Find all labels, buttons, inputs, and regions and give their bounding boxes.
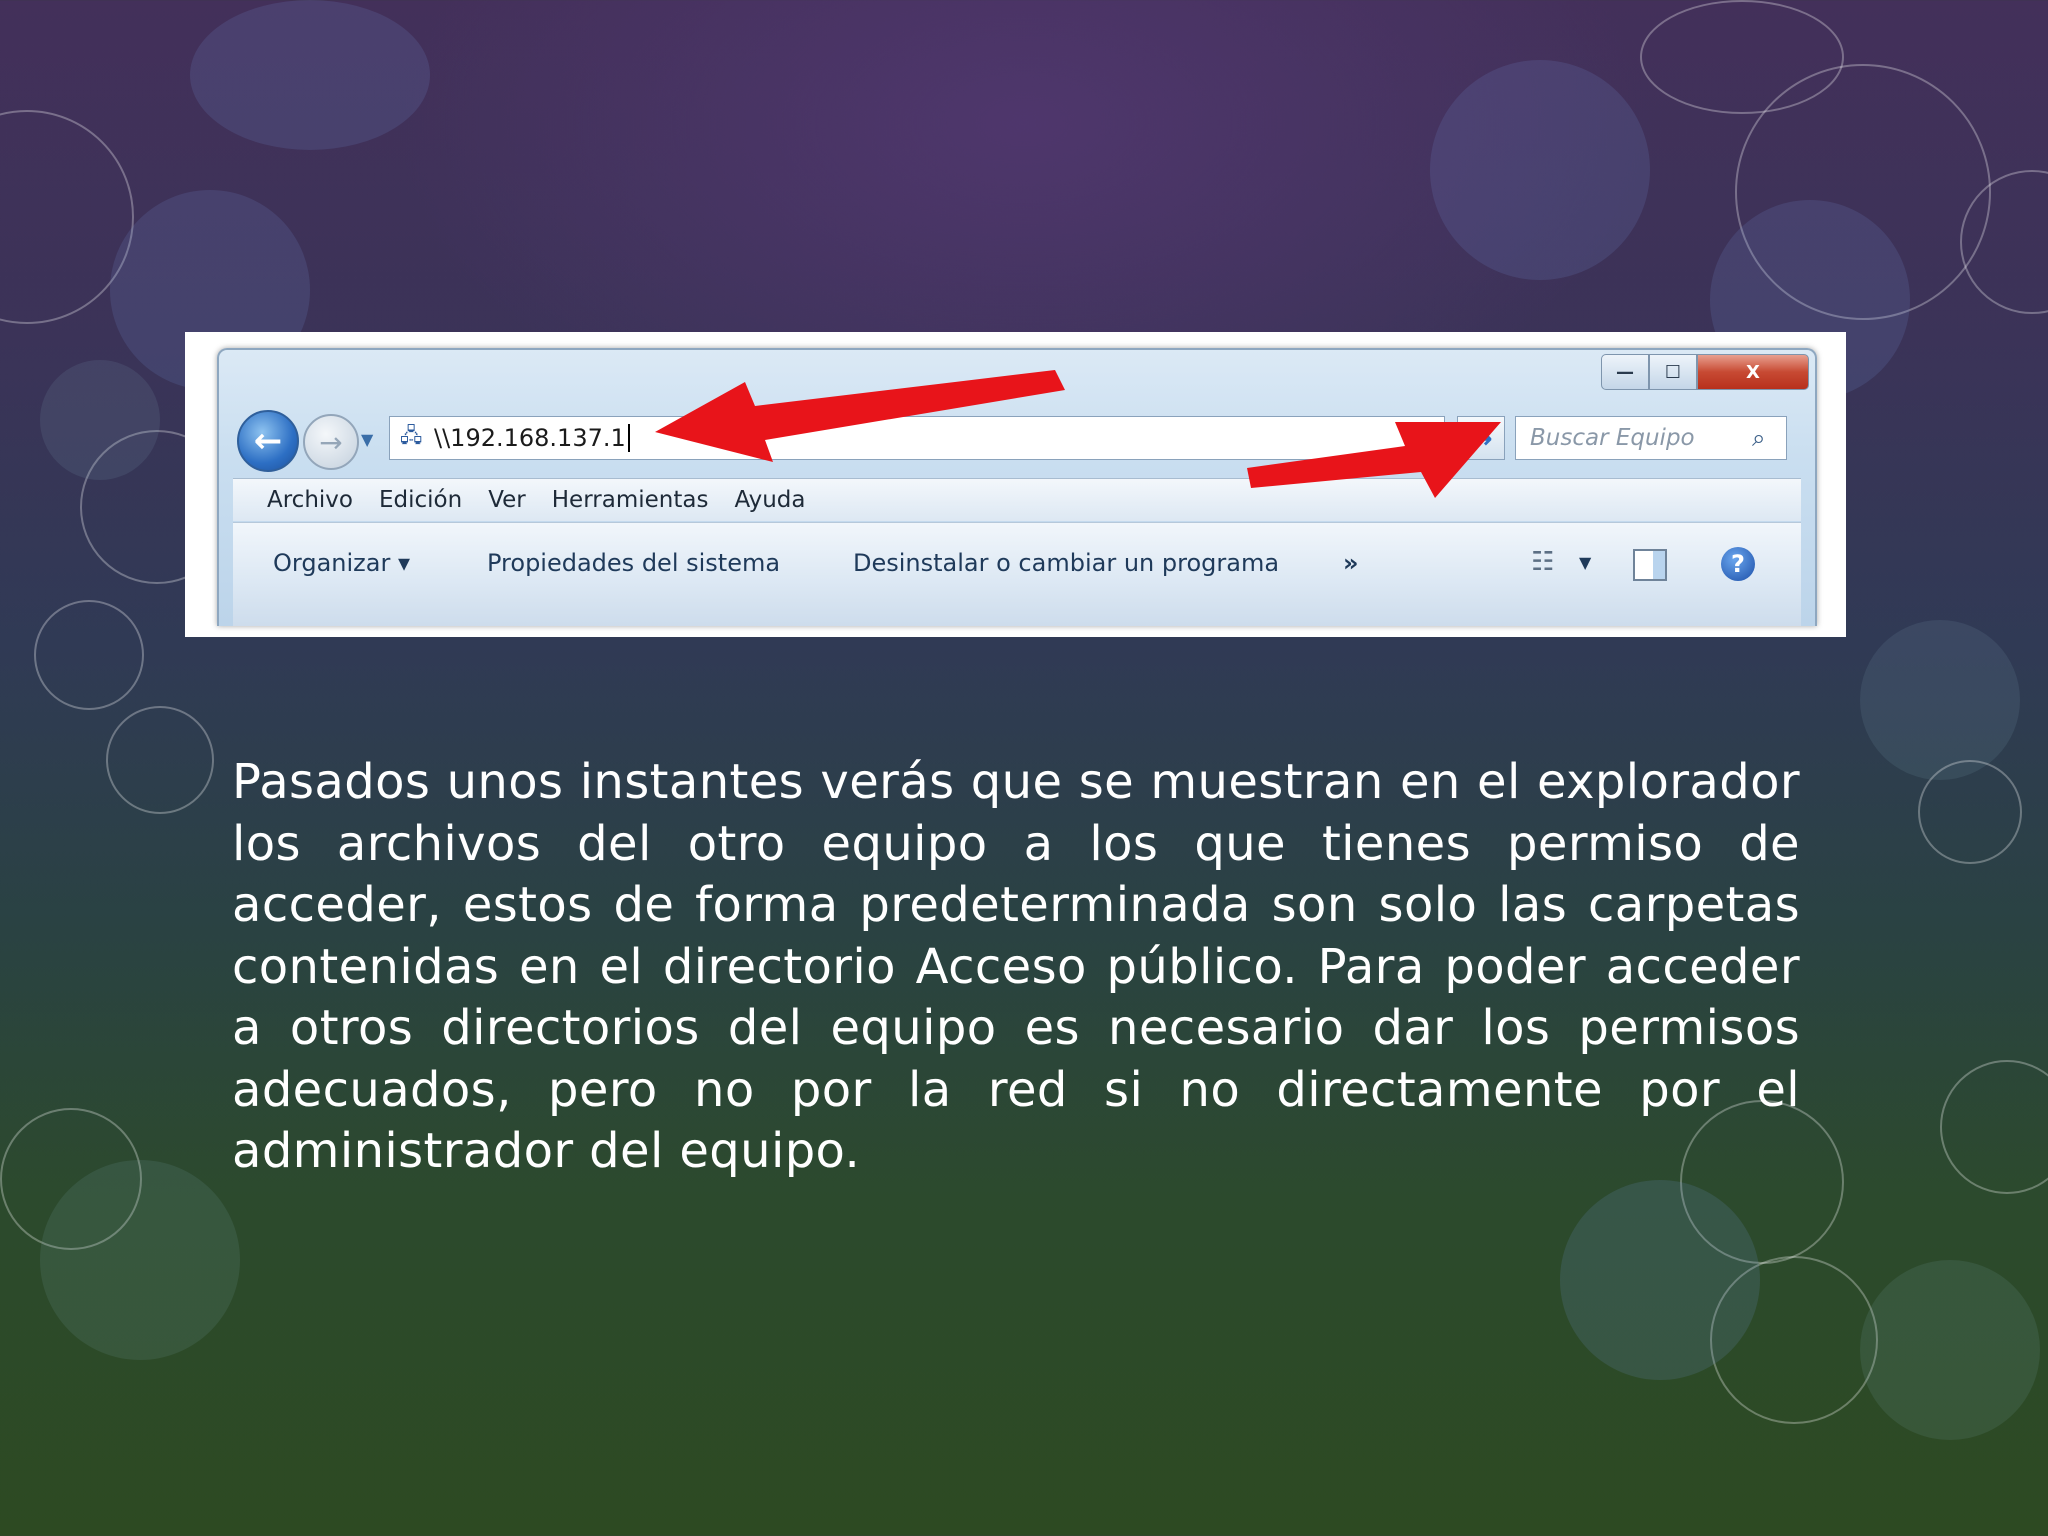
- body-paragraph: Pasados unos instantes verás que se mues…: [232, 754, 1800, 1179]
- organize-button[interactable]: Organizar ▾: [273, 549, 410, 577]
- address-value: \\192.168.137.1: [434, 424, 626, 452]
- help-icon[interactable]: ?: [1721, 547, 1755, 581]
- search-icon[interactable]: ⌕: [1752, 424, 1765, 452]
- maximize-button[interactable]: ☐: [1649, 354, 1697, 390]
- go-arrow-icon[interactable]: →: [1457, 416, 1505, 460]
- search-input[interactable]: [1528, 424, 1752, 452]
- window-caption-buttons: — ☐ X: [1601, 354, 1809, 390]
- explorer-screenshot: — ☐ X ← → ▼ 🖧 \\192.168.137.1 ▼ → ⌕ Arch…: [185, 332, 1846, 637]
- history-dropdown-icon[interactable]: ▼: [361, 430, 373, 449]
- explorer-window: — ☐ X ← → ▼ 🖧 \\192.168.137.1 ▼ → ⌕ Arch…: [217, 348, 1817, 626]
- close-button[interactable]: X: [1697, 354, 1809, 390]
- minimize-button[interactable]: —: [1601, 354, 1649, 390]
- address-dropdown-icon[interactable]: ▼: [1422, 425, 1434, 444]
- navigation-row: ← → ▼ 🖧 \\192.168.137.1 ▼ → ⌕: [237, 410, 1793, 472]
- back-arrow-icon[interactable]: ←: [237, 410, 299, 472]
- menu-herramientas[interactable]: Herramientas: [552, 487, 709, 513]
- view-dropdown-icon[interactable]: ▼: [1579, 553, 1591, 572]
- address-bar[interactable]: 🖧 \\192.168.137.1 ▼: [389, 416, 1445, 460]
- forward-arrow-icon[interactable]: →: [303, 414, 359, 470]
- command-bar: Organizar ▾ Propiedades del sistema Desi…: [233, 522, 1801, 626]
- preview-pane-icon[interactable]: [1633, 549, 1667, 581]
- menu-archivo[interactable]: Archivo: [267, 487, 353, 513]
- network-computer-icon: 🖧: [400, 423, 423, 447]
- text-cursor: [627, 424, 630, 452]
- menu-bar: Archivo Edición Ver Herramientas Ayuda: [233, 478, 1801, 521]
- menu-edicion[interactable]: Edición: [379, 487, 462, 513]
- menu-ayuda[interactable]: Ayuda: [734, 487, 805, 513]
- menu-ver[interactable]: Ver: [488, 487, 526, 513]
- system-properties-button[interactable]: Propiedades del sistema: [487, 549, 780, 577]
- uninstall-program-button[interactable]: Desinstalar o cambiar un programa: [853, 549, 1279, 577]
- search-box[interactable]: ⌕: [1515, 416, 1787, 460]
- more-commands-button[interactable]: »: [1343, 549, 1359, 577]
- change-view-icon[interactable]: ☷: [1531, 547, 1554, 577]
